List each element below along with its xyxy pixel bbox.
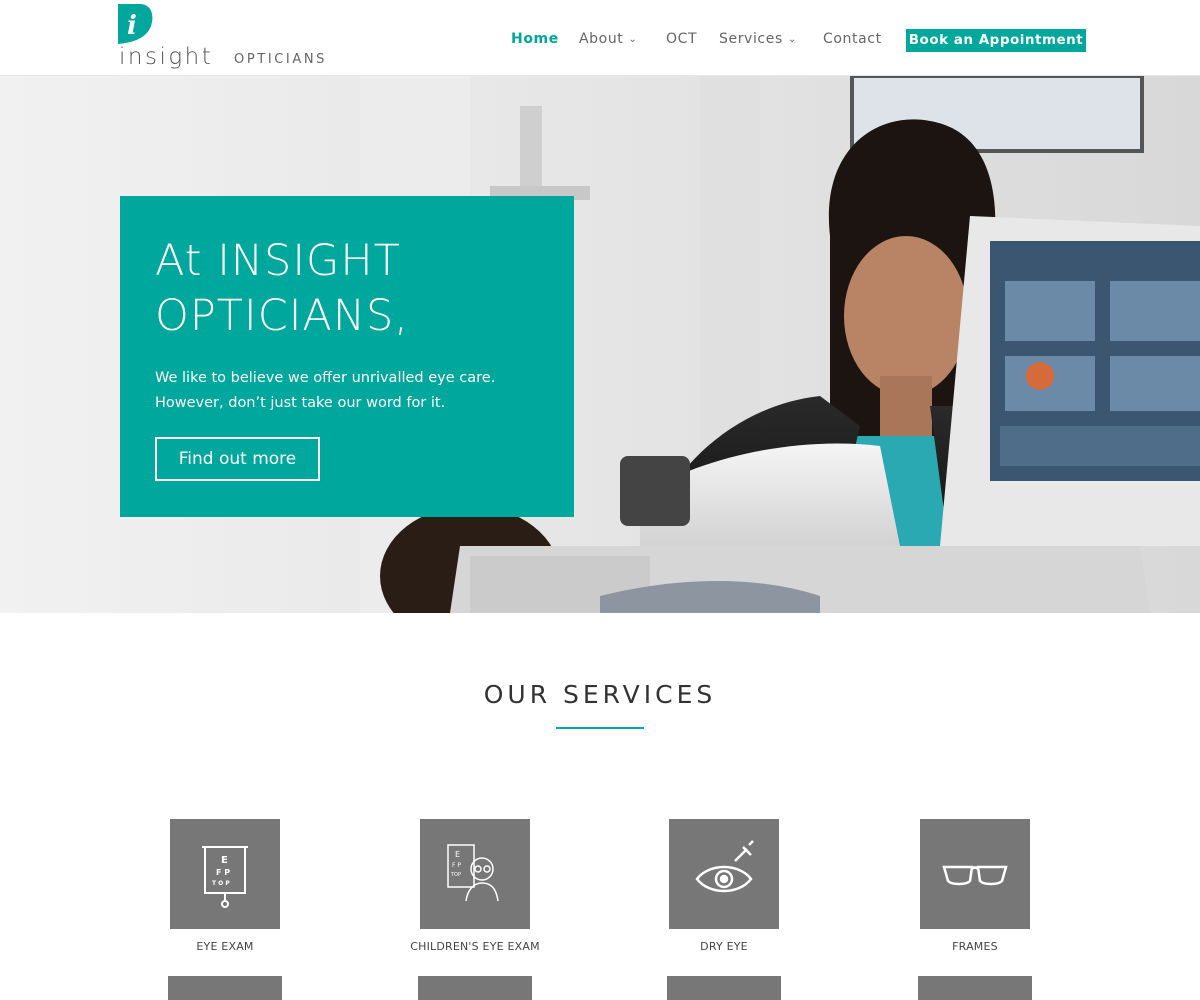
services-heading: OUR SERVICES: [483, 680, 717, 709]
service-label: DRY EYE: [700, 940, 748, 953]
hero-callout: At INSIGHT OPTICIANS, We like to believe…: [120, 196, 574, 517]
nav-about[interactable]: About ⌄: [579, 31, 637, 47]
service-tile-next-row[interactable]: [667, 976, 781, 1000]
nav-services-label: Services: [719, 31, 783, 47]
service-label: EYE EXAM: [196, 940, 254, 953]
svg-text:E: E: [455, 850, 460, 859]
service-tile: [669, 819, 779, 929]
logo-subtitle: OPTICIANS: [234, 52, 328, 67]
service-dry-eye[interactable]: DRY EYE: [624, 819, 824, 959]
nav-oct[interactable]: OCT: [666, 31, 697, 47]
chevron-down-icon: ⌄: [628, 34, 638, 45]
nav-home[interactable]: Home: [511, 31, 559, 47]
eye-chart-icon: E F P T O P: [202, 846, 248, 908]
svg-text:TOP: TOP: [450, 872, 461, 878]
hero-text-line-2: However, don’t just take our word for it…: [155, 395, 446, 411]
child-eye-test-icon: E F P TOP: [447, 844, 499, 902]
service-tile-next-row[interactable]: [168, 976, 282, 1000]
hero-banner: At INSIGHT OPTICIANS, We like to believe…: [0, 76, 1200, 613]
hero-text: We like to believe we offer unrivalled e…: [155, 366, 555, 416]
nav-contact-label: Contact: [823, 31, 882, 47]
book-appointment-button[interactable]: Book an Appointment: [906, 29, 1086, 52]
service-tile: E F P TOP: [420, 819, 530, 929]
svg-text:F P: F P: [452, 862, 461, 869]
nav-home-label: Home: [511, 31, 559, 47]
service-tile-next-row[interactable]: [418, 976, 532, 1000]
service-tile-next-row[interactable]: [918, 976, 1032, 1000]
service-label: CHILDREN'S EYE EXAM: [410, 940, 540, 953]
nav-services[interactable]: Services ⌄: [719, 31, 797, 47]
svg-text:E: E: [221, 855, 228, 866]
hero-text-line-1: We like to believe we offer unrivalled e…: [155, 370, 496, 386]
site-header: i insight OPTICIANS Home About ⌄ OCT Serv…: [0, 0, 1200, 76]
nav-about-label: About: [579, 31, 624, 47]
service-tile: E F P T O P: [170, 819, 280, 929]
service-eye-exam[interactable]: E F P T O P EYE EXAM: [125, 819, 325, 959]
chevron-down-icon: ⌄: [787, 34, 797, 45]
find-out-more-button[interactable]: Find out more: [155, 437, 320, 481]
svg-text:T O P: T O P: [212, 880, 230, 887]
service-frames[interactable]: FRAMES: [875, 819, 1075, 959]
service-tile: [920, 819, 1030, 929]
hero-title: At INSIGHT OPTICIANS,: [155, 236, 409, 341]
glasses-icon: [942, 865, 1008, 886]
services-divider: [556, 727, 644, 729]
nav-contact[interactable]: Contact: [823, 31, 882, 47]
service-label: FRAMES: [952, 940, 998, 953]
nav-oct-label: OCT: [666, 31, 698, 47]
svg-text:F P: F P: [216, 868, 230, 877]
service-childrens-eye-exam[interactable]: E F P TOP CHILDREN'S EYE EXAM: [375, 819, 575, 959]
eye-drop-icon: [695, 840, 754, 893]
